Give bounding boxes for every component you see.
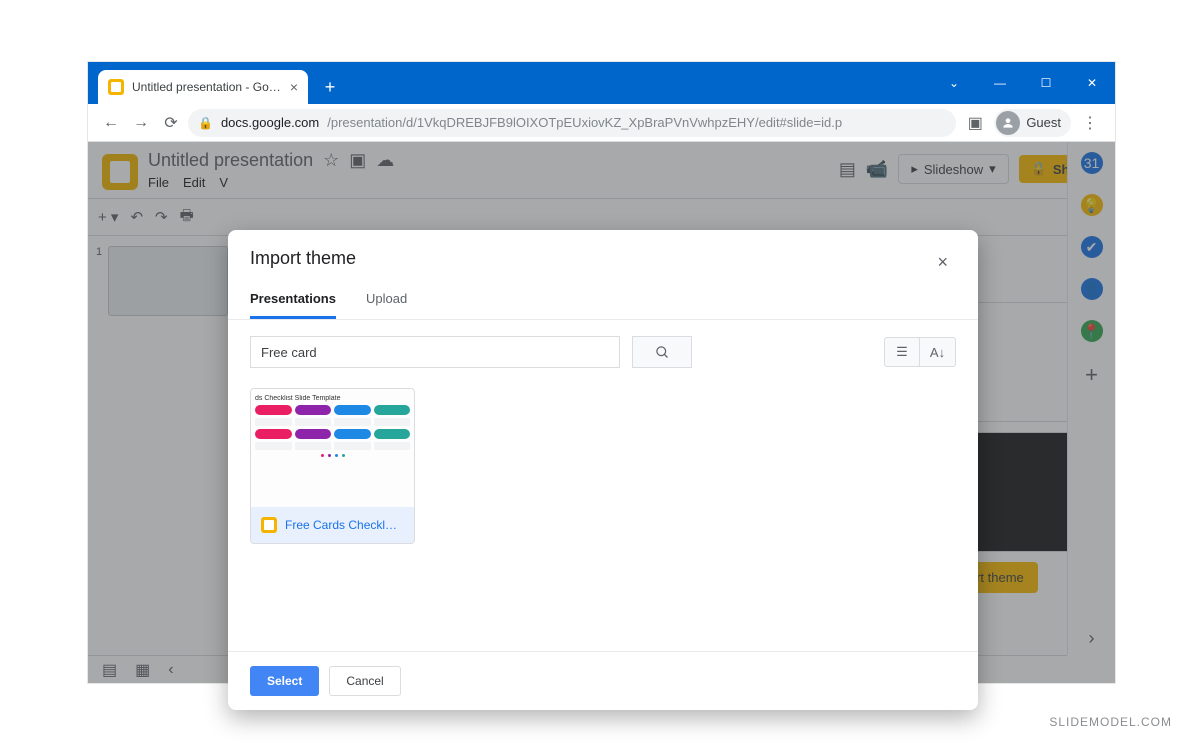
search-input[interactable] xyxy=(250,336,620,368)
placeholder-line xyxy=(295,418,332,426)
window-controls: ⌄ ― ☐ ✕ xyxy=(931,62,1115,104)
window-dropdown-icon[interactable]: ⌄ xyxy=(931,62,977,104)
lock-icon: 🔒 xyxy=(198,116,213,130)
url-path: /presentation/d/1VkqDREBJFB9lOIXOTpEUxio… xyxy=(327,115,842,130)
slides-file-icon xyxy=(261,517,277,533)
search-button[interactable] xyxy=(632,336,692,368)
browser-window: Untitled presentation - Google Sl × + ⌄ … xyxy=(88,62,1115,683)
cancel-button[interactable]: Cancel xyxy=(329,666,400,696)
dialog-results: ds Checklist Slide Template xyxy=(228,384,978,651)
nav-reload-icon[interactable]: ⟳ xyxy=(158,110,184,136)
watermark: SLIDEMODEL.COM xyxy=(1049,715,1172,729)
placeholder-line xyxy=(255,442,292,450)
profile-chip[interactable]: Guest xyxy=(994,109,1071,137)
chip-icon xyxy=(374,429,411,439)
extensions-icon[interactable]: ▣ xyxy=(960,113,990,133)
list-view-toggle[interactable]: ☰ xyxy=(884,337,920,367)
placeholder-line xyxy=(334,442,371,450)
chip-icon xyxy=(374,405,411,415)
chip-icon xyxy=(334,405,371,415)
dialog-title: Import theme xyxy=(250,248,356,269)
placeholder-line xyxy=(255,418,292,426)
legend-dot-icon xyxy=(328,454,331,457)
chip-icon xyxy=(295,429,332,439)
chip-icon xyxy=(255,405,292,415)
presentation-result-card[interactable]: ds Checklist Slide Template xyxy=(250,388,415,544)
browser-tab[interactable]: Untitled presentation - Google Sl × xyxy=(98,70,308,104)
card-preview: ds Checklist Slide Template xyxy=(251,389,414,507)
avatar-icon xyxy=(996,111,1020,135)
legend-dot-icon xyxy=(335,454,338,457)
result-name: Free Cards Checkl… xyxy=(285,518,397,532)
placeholder-line xyxy=(374,418,411,426)
url-input[interactable]: 🔒 docs.google.com/presentation/d/1VkqDRE… xyxy=(188,109,956,137)
browser-menu-icon[interactable]: ⋮ xyxy=(1075,113,1105,133)
window-minimize-icon[interactable]: ― xyxy=(977,62,1023,104)
dialog-close-icon[interactable]: × xyxy=(929,248,956,277)
dialog-footer: Select Cancel xyxy=(228,651,978,710)
nav-back-icon[interactable]: ← xyxy=(98,110,124,136)
dialog-tabs: Presentations Upload xyxy=(228,277,978,320)
legend-dot-icon xyxy=(321,454,324,457)
nav-forward-icon[interactable]: → xyxy=(128,110,154,136)
browser-addressbar: ← → ⟳ 🔒 docs.google.com/presentation/d/1… xyxy=(88,104,1115,142)
placeholder-line xyxy=(295,442,332,450)
chip-icon xyxy=(255,429,292,439)
tab-upload[interactable]: Upload xyxy=(366,291,407,319)
new-tab-button[interactable]: + xyxy=(316,73,344,101)
tab-close-icon[interactable]: × xyxy=(290,79,298,95)
sort-toggle[interactable]: A↓ xyxy=(920,337,956,367)
select-button[interactable]: Select xyxy=(250,666,319,696)
slides-app: Untitled presentation ☆ ▣ ☁ File Edit V … xyxy=(88,142,1115,683)
slides-favicon-icon xyxy=(108,79,124,95)
tab-presentations[interactable]: Presentations xyxy=(250,291,336,319)
legend-dot-icon xyxy=(342,454,345,457)
placeholder-line xyxy=(334,418,371,426)
chip-icon xyxy=(334,429,371,439)
browser-titlebar: Untitled presentation - Google Sl × + ⌄ … xyxy=(88,62,1115,104)
tab-title: Untitled presentation - Google Sl xyxy=(132,80,282,94)
window-maximize-icon[interactable]: ☐ xyxy=(1023,62,1069,104)
placeholder-line xyxy=(374,442,411,450)
chip-icon xyxy=(295,405,332,415)
window-close-icon[interactable]: ✕ xyxy=(1069,62,1115,104)
url-host: docs.google.com xyxy=(221,115,319,130)
search-icon xyxy=(655,345,670,360)
import-theme-dialog: Import theme × Presentations Upload ☰ A↓ xyxy=(228,230,978,710)
profile-label: Guest xyxy=(1026,115,1061,130)
